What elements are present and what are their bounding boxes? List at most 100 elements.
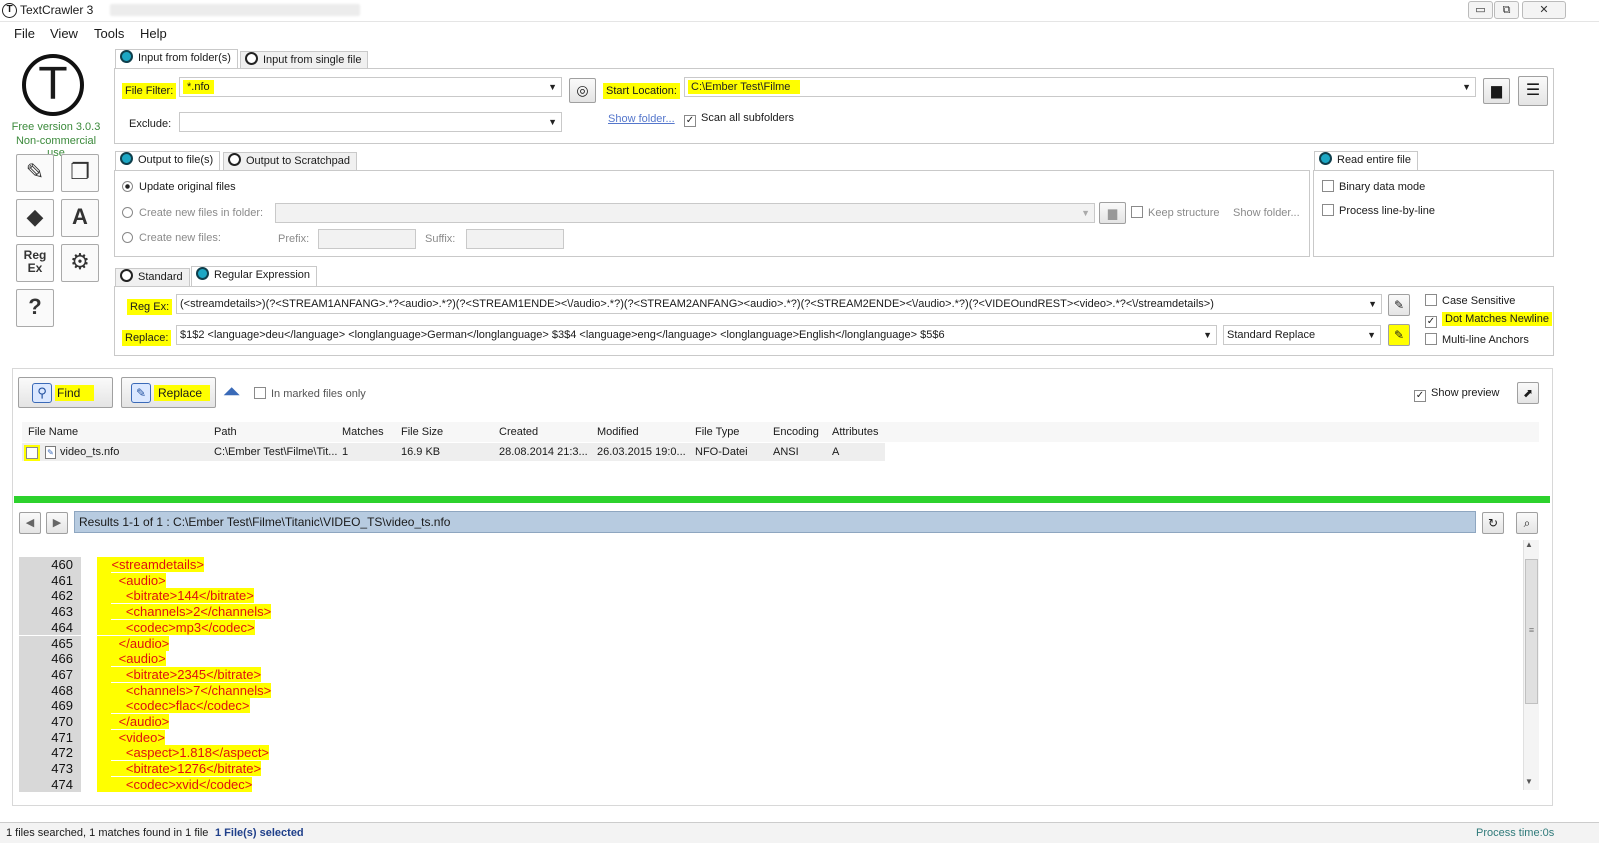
close-button[interactable]: ✕ <box>1522 1 1566 19</box>
folder-icon[interactable]: ▆ <box>1099 202 1126 224</box>
regex-icon[interactable]: Reg Ex <box>16 244 54 282</box>
edit-icon: ✎ <box>131 383 151 403</box>
show-preview-checkbox[interactable]: ✓ Show preview <box>1414 387 1499 402</box>
radio-indicator <box>120 50 133 63</box>
case-sensitive-checkbox[interactable]: Case Sensitive <box>1425 294 1515 307</box>
tab-input-folder[interactable]: Input from folder(s) <box>115 49 238 69</box>
indent <box>97 761 126 777</box>
menu-bar: File View Tools Help <box>0 23 1599 44</box>
show-folder-output[interactable]: Show folder... <box>1233 207 1300 219</box>
code-text: <video> <box>118 729 165 745</box>
menu-view[interactable]: View <box>50 26 78 41</box>
help-icon[interactable]: ? <box>16 289 54 327</box>
exclude-combo[interactable]: ▼ <box>179 112 562 132</box>
scroll-down-icon[interactable]: ▼ <box>1525 777 1533 786</box>
prev-result-button[interactable]: ◀ <box>19 512 41 534</box>
refresh-icon[interactable]: ↻ <box>1482 512 1504 534</box>
col-attributes[interactable]: Attributes <box>832 426 878 438</box>
col-file-size[interactable]: File Size <box>401 426 443 438</box>
tab-standard[interactable]: Standard <box>115 268 190 287</box>
line-by-line-label: Process line-by-line <box>1339 205 1435 217</box>
code-line: <codec>flac</codec> <box>97 698 250 714</box>
code-line: <streamdetails> <box>97 557 204 573</box>
indent <box>97 557 112 572</box>
progress-fill <box>14 496 1550 503</box>
output-folder-combo[interactable]: ▼ <box>275 203 1095 223</box>
binoculars-icon[interactable]: ⌕ <box>1516 512 1538 534</box>
minimize-button[interactable]: ▭ <box>1468 1 1493 19</box>
create-in-folder-radio[interactable]: Create new files in folder: <box>122 207 263 219</box>
multiline-checkbox[interactable]: Multi-line Anchors <box>1425 333 1529 346</box>
line-number: 473 <box>19 761 81 777</box>
code-line: <audio> <box>97 572 166 589</box>
indent <box>97 776 126 792</box>
font-icon[interactable]: A <box>61 199 99 237</box>
show-folder-link[interactable]: Show folder... <box>608 113 675 125</box>
tab-label: Regular Expression <box>214 269 310 281</box>
tab-regular-expression[interactable]: Regular Expression <box>191 266 317 286</box>
scroll-up-icon[interactable]: ▲ <box>1525 540 1533 549</box>
keep-structure-checkbox[interactable]: Keep structure <box>1131 206 1220 219</box>
checkbox-box <box>1131 206 1143 218</box>
radio-indicator <box>120 152 133 165</box>
replace-button[interactable]: ✎ Replace <box>121 377 216 408</box>
marker-icon[interactable]: ⏶ <box>223 380 241 404</box>
col-encoding[interactable]: Encoding <box>773 426 819 438</box>
menu-file[interactable]: File <box>14 26 35 41</box>
next-result-button[interactable]: ▶ <box>46 512 68 534</box>
target-icon[interactable]: ◎ <box>569 78 596 103</box>
binary-mode-checkbox[interactable]: Binary data mode <box>1322 180 1425 193</box>
prefix-input[interactable] <box>318 229 416 249</box>
restore-button[interactable]: ⧉ <box>1494 1 1519 19</box>
marked-only-checkbox[interactable]: In marked files only <box>254 387 366 400</box>
file-filter-combo[interactable]: *.nfo ▼ <box>179 77 562 97</box>
book-icon[interactable]: ◆ <box>16 199 54 237</box>
line-number: 463 <box>19 604 81 620</box>
edit-icon[interactable]: ✎ <box>16 154 54 192</box>
table-row[interactable] <box>22 443 885 461</box>
col-created[interactable]: Created <box>499 426 538 438</box>
col-matches[interactable]: Matches <box>342 426 384 438</box>
folder-icon[interactable]: ▆ <box>1483 78 1510 104</box>
settings-icon[interactable]: ⚙ <box>61 244 99 282</box>
preview-scrollbar[interactable]: ▲ ≡ ▼ <box>1523 540 1539 790</box>
binary-mode-label: Binary data mode <box>1339 181 1426 193</box>
scroll-thumb[interactable]: ≡ <box>1525 559 1538 704</box>
menu-help[interactable]: Help <box>140 26 167 41</box>
line-number: 464 <box>19 619 81 636</box>
window-title: TextCrawler 3 <box>20 3 94 17</box>
line-by-line-checkbox[interactable]: Process line-by-line <box>1322 204 1435 217</box>
case-sensitive-label: Case Sensitive <box>1442 295 1516 307</box>
tab-output-scratchpad[interactable]: Output to Scratchpad <box>223 152 357 171</box>
replace-mode-select[interactable]: Standard Replace ▼ <box>1223 325 1381 345</box>
edit-regex-icon[interactable]: ✎ <box>1388 294 1410 316</box>
col-file-name[interactable]: File Name <box>28 426 78 438</box>
row-checkbox[interactable] <box>26 447 38 459</box>
edit-replace-icon[interactable]: ✎ <box>1388 324 1410 346</box>
popout-icon[interactable]: ⬈ <box>1517 382 1539 404</box>
code-line: <codec>xvid</codec> <box>97 776 253 793</box>
tree-icon[interactable]: ☰ <box>1518 76 1548 106</box>
code-line: </audio> <box>97 714 170 730</box>
update-original-radio[interactable]: Update original files <box>122 181 236 193</box>
replace-input[interactable]: $1$2 <language>deu</language> <longlangu… <box>176 325 1217 345</box>
exclude-label: Exclude: <box>129 118 172 130</box>
suffix-input[interactable] <box>466 229 564 249</box>
menu-tools[interactable]: Tools <box>94 26 124 41</box>
create-new-radio[interactable]: Create new files: <box>122 232 221 244</box>
start-location-combo[interactable]: C:\Ember Test\Filme ▼ <box>684 77 1476 97</box>
find-button[interactable]: ⚲ Find <box>18 377 113 408</box>
scan-subfolders-checkbox[interactable]: ✓ Scan all subfolders <box>684 112 794 127</box>
regex-input[interactable]: (<streamdetails>)(?<STREAM1ANFANG>.*?<au… <box>176 294 1382 314</box>
line-number: 469 <box>19 698 81 714</box>
col-modified[interactable]: Modified <box>597 426 639 438</box>
radio-indicator <box>1319 152 1332 165</box>
col-path[interactable]: Path <box>214 426 237 438</box>
windows-icon[interactable]: ❐ <box>61 154 99 192</box>
tab-read-entire[interactable]: Read entire file <box>1314 151 1418 171</box>
tab-output-files[interactable]: Output to file(s) <box>115 151 221 171</box>
check-icon: ✓ <box>684 115 696 127</box>
col-file-type[interactable]: File Type <box>695 426 739 438</box>
dot-newline-checkbox[interactable]: ✓ Dot Matches Newline <box>1425 312 1552 328</box>
app-icon: T <box>2 3 17 18</box>
